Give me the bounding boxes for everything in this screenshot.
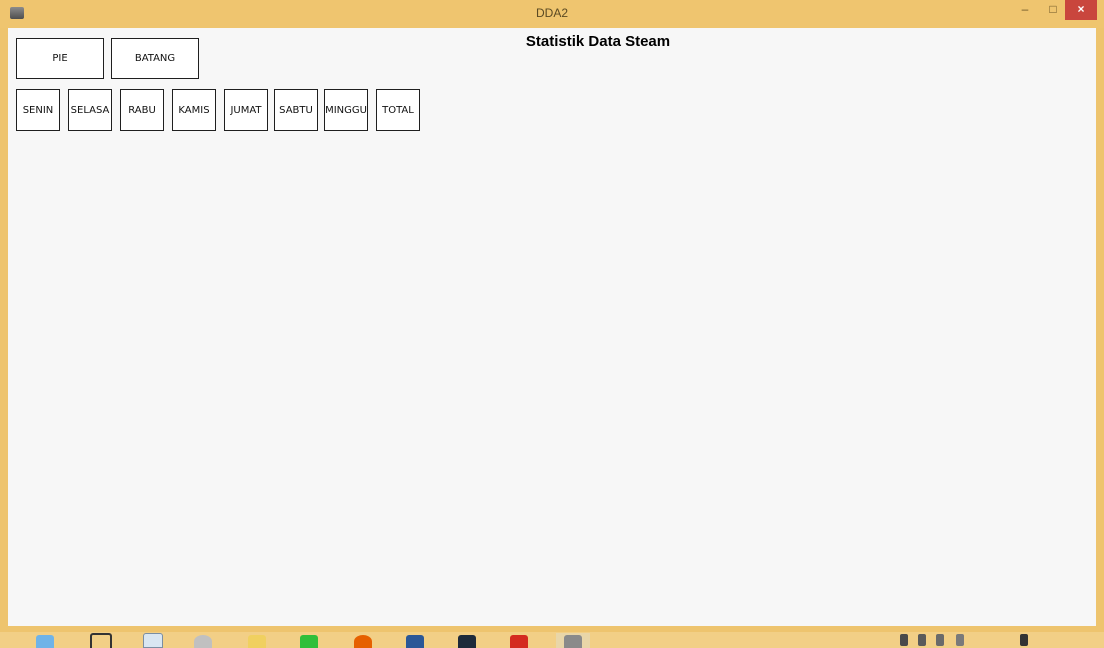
bar-chart-button[interactable]: BATANG <box>111 38 199 79</box>
start-orb-icon[interactable] <box>28 633 62 648</box>
window-title: DDA2 <box>535 6 568 20</box>
tool-icon[interactable] <box>186 633 220 648</box>
firefox-icon[interactable] <box>346 633 380 648</box>
pie-chart-button[interactable]: PIE <box>16 38 104 79</box>
taskbar <box>0 632 1104 648</box>
acrobat-icon[interactable] <box>502 633 536 648</box>
day-button-jumat[interactable]: JUMAT <box>224 89 268 131</box>
tray-flag-icon[interactable] <box>900 634 908 646</box>
minimize-button[interactable]: – <box>1012 0 1038 20</box>
close-button[interactable]: × <box>1065 0 1097 20</box>
app-window: DDA2 – □ × Statistik Data Steam PIE BATA… <box>0 0 1104 632</box>
tray-network-icon[interactable] <box>936 634 944 646</box>
folder-icon[interactable] <box>240 633 274 648</box>
day-button-rabu[interactable]: RABU <box>120 89 164 131</box>
day-button-minggu[interactable]: MINGGU <box>324 89 368 131</box>
pdf-reader-icon[interactable] <box>450 633 484 648</box>
day-button-selasa[interactable]: SELASA <box>68 89 112 131</box>
title-bar[interactable]: DDA2 – □ × <box>0 0 1104 28</box>
tray-volume-icon[interactable] <box>956 634 964 646</box>
day-button-sabtu[interactable]: SABTU <box>274 89 318 131</box>
day-button-total[interactable]: TOTAL <box>376 89 420 131</box>
tray-app-icon[interactable] <box>918 634 926 646</box>
maximize-button[interactable]: □ <box>1040 0 1066 20</box>
notepad-icon[interactable] <box>136 633 170 648</box>
word-icon[interactable] <box>398 633 432 648</box>
tray-keyboard-icon[interactable] <box>1020 634 1028 646</box>
day-button-senin[interactable]: SENIN <box>16 89 60 131</box>
unity-icon[interactable] <box>84 633 118 648</box>
line-app-icon[interactable] <box>292 633 326 648</box>
app-window-icon[interactable] <box>556 633 590 648</box>
day-button-kamis[interactable]: KAMIS <box>172 89 216 131</box>
content-panel: Statistik Data Steam PIE BATANG SENIN SE… <box>8 28 1096 626</box>
